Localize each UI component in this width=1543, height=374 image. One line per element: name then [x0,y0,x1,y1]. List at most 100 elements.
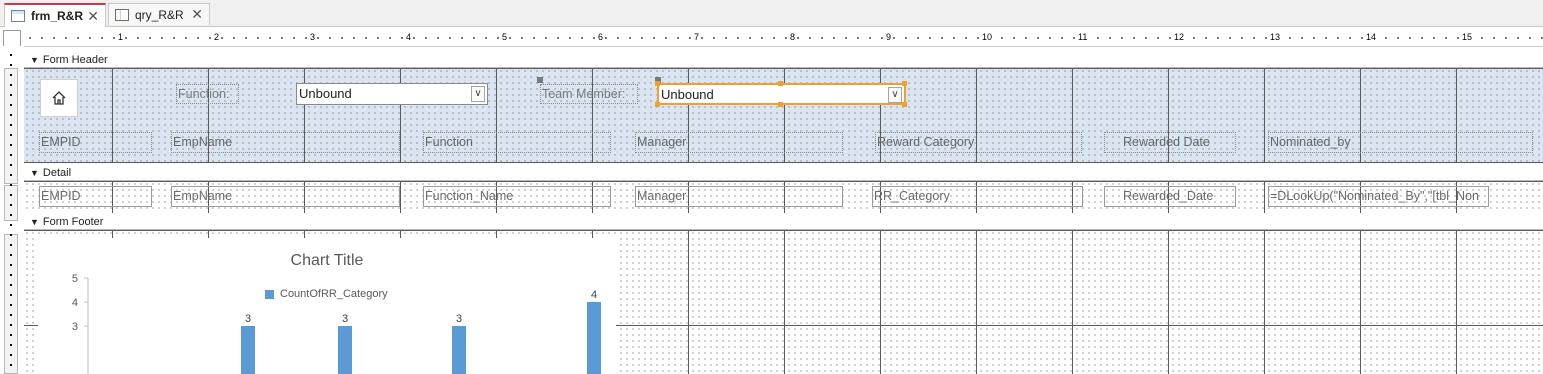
ruler-tick [10,234,12,236]
y-tick-label: 3 [72,321,78,333]
ruler-number: 12 [1173,32,1186,43]
column-label-empid[interactable]: EMPID [39,132,152,153]
ruler-tick [10,194,12,196]
ruler-tick [10,164,12,166]
ruler-tick [10,364,12,366]
collapse-arrow-icon: ▼ [30,55,39,65]
chevron-down-icon[interactable]: ∨ [888,87,902,103]
field-rr-category[interactable]: RR_Category [872,186,1083,207]
ruler-tick [10,74,12,76]
ruler-tick [10,254,12,256]
y-tick-label: 5 [72,273,78,285]
chart-control[interactable]: Chart Title CountOfRR_Category 5433334 [38,238,616,374]
column-label-nominated-by[interactable]: Nominated_by [1268,132,1533,153]
field-empid[interactable]: EMPID [39,186,152,207]
ruler-tick [10,284,12,286]
grid-line [24,230,1543,231]
tab-label: frm_R&R [31,9,84,23]
ruler-number: 2 [213,32,221,43]
ruler-tick [10,54,12,56]
ruler-number: 8 [789,32,797,43]
resize-handle[interactable] [655,81,660,86]
resize-handle[interactable] [778,102,783,107]
data-label: 3 [456,313,462,325]
ruler-number: 4 [405,32,413,43]
data-label: 3 [245,313,251,325]
grid-line [24,162,1543,163]
chart-bar [338,326,352,374]
data-label: 4 [591,289,597,301]
ruler-tick [10,64,12,66]
chart-bar [241,326,255,374]
ruler-tick [10,144,12,146]
resize-handle[interactable] [655,102,660,107]
column-label-manager[interactable]: Manager [635,132,843,153]
grid-line [24,68,1543,69]
ruler-tick [10,314,12,316]
column-label-reward-category[interactable]: Reward Category [875,132,1082,153]
collapse-arrow-icon: ▼ [30,217,39,227]
home-button[interactable] [40,79,78,117]
ruler-tick [10,324,12,326]
field-empname[interactable]: EmpName [171,186,400,207]
ruler-number: 11 [1077,32,1089,43]
tab-frm-rr[interactable]: frm_R&R ✕ [4,3,106,27]
ruler-number: 9 [885,32,893,43]
form-icon [11,10,25,22]
ruler-number: 7 [693,32,701,43]
combo-value: Unbound [661,87,714,102]
close-icon[interactable]: ✕ [87,8,99,25]
section-bar-form-header[interactable]: ▼ Form Header [24,53,1543,68]
move-handle[interactable] [537,77,543,83]
ruler-number: 13 [1269,32,1282,43]
chevron-down-icon[interactable]: ∨ [471,86,485,102]
ruler-tick [10,154,12,156]
ruler-tick [10,274,12,276]
field-function-name[interactable]: Function_Name [423,186,611,207]
ruler-tick [10,344,12,346]
collapse-arrow-icon: ▼ [30,168,39,178]
ruler-tick [10,354,12,356]
team-member-label[interactable]: Team Member: [540,84,638,104]
field-nominated-by-lookup[interactable]: =DLookUp("Nominated_By","[tbl_Non [1268,186,1489,207]
ruler-tick [10,244,12,246]
column-label-function[interactable]: Function [423,132,611,153]
ruler-tick [10,104,12,106]
section-bar-form-footer[interactable]: ▼ Form Footer [24,215,1543,230]
resize-handle[interactable] [778,81,783,86]
ruler-tick [10,174,12,176]
ruler-tick [10,294,12,296]
close-icon[interactable]: ✕ [191,6,203,23]
document-tab-bar: frm_R&R ✕ qry_R&R ✕ [0,0,1543,27]
grid-line [24,181,1543,182]
ruler-tick [10,204,12,206]
ruler-number: 3 [309,32,317,43]
tab-qry-rr[interactable]: qry_R&R ✕ [108,3,210,25]
column-label-rewarded-date[interactable]: Rewarded Date [1104,132,1236,153]
vertical-ruler[interactable] [0,46,22,374]
ruler-tick [10,334,12,336]
field-manager[interactable]: Manager [635,186,843,207]
horizontal-ruler[interactable]: 1 2 3 4 5 6 7 8 9 10 11 12 13 14 15 [24,30,1543,47]
section-title: Form Footer [42,216,104,228]
ruler-tick [10,94,12,96]
ruler-tick [10,184,12,186]
ruler-number: 14 [1365,32,1378,43]
ruler-tick [10,134,12,136]
combo-value: Unbound [299,86,352,101]
column-label-empname[interactable]: EmpName [171,132,400,153]
field-rewarded-date[interactable]: Rewarded_Date [1104,186,1236,207]
function-label[interactable]: Function: [176,84,239,104]
data-label: 3 [342,313,348,325]
ruler-tick [10,214,12,216]
ruler-tick [10,84,12,86]
ruler-number: 10 [981,32,994,43]
ruler-tick [10,124,12,126]
chart-plot: 5 4 3 3 3 3 4 [72,273,601,374]
tab-label: qry_R&R [135,7,184,22]
ruler-tick [10,264,12,266]
resize-handle[interactable] [902,102,907,107]
function-combo[interactable]: Unbound ∨ [296,83,488,105]
section-bar-detail[interactable]: ▼ Detail [24,166,1543,181]
resize-handle[interactable] [902,81,907,86]
